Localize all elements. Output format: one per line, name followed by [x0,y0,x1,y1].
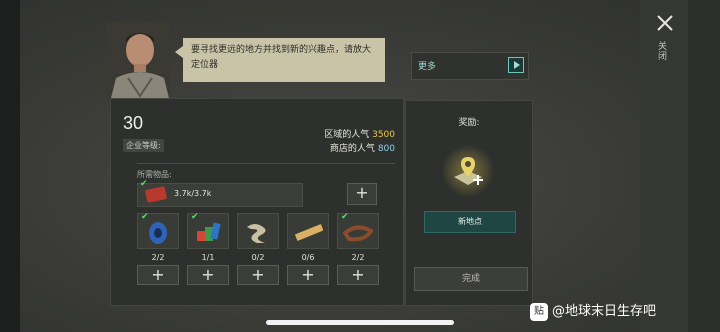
reward-label: 奖励: [458,118,480,128]
resource-row: ✔ 3.7k/3.7k [137,179,303,207]
check-icon: ✔ [140,179,148,189]
close-label: 关闭 [658,42,668,62]
item-count: 1/1 [201,253,215,262]
shop-popularity: 商店的人气 800 [330,141,395,154]
shop-popularity-label: 商店的人气 [329,144,375,154]
region-popularity-value: 3500 [372,130,395,140]
close-icon[interactable] [656,14,674,32]
item-count: 0/2 [251,253,265,262]
add-item-button-5[interactable]: + [337,265,379,285]
character-avatar [106,22,170,102]
more-label: 更多 [418,62,437,72]
speech-bubble: 要寻找更远的地方并找到新的兴趣点，请放大定位器 [175,38,385,82]
add-item-button-1[interactable]: + [137,265,179,285]
watermark-text: @地球末日生存吧 [552,304,657,319]
belt-icon [343,225,373,242]
new-point-badge: 新地点 [424,211,516,233]
wire-spool-icon [149,222,167,244]
map-pin-plus-icon [442,145,494,197]
requirements-panel: 30 企业等级: 区域的人气 3500 商店的人气 800 所需物品: ✔ 3.… [110,98,404,306]
speech-text: 要寻找更远的地方并找到新的兴趣点，请放大定位器 [191,45,372,70]
company-level-label: 企业等级: [123,139,164,152]
right-edge-bar [688,0,720,332]
add-item-button-3[interactable]: + [237,265,279,285]
play-icon[interactable] [508,57,524,73]
complete-button[interactable]: 完成 [414,267,528,291]
reward-panel: 奖励: 新地点 完成 [405,100,533,306]
item-count: 2/2 [351,253,365,262]
watermark: 贴 @地球末日生存吧 [530,300,656,321]
region-popularity: 区域的人气 3500 [324,127,395,140]
add-resource-button[interactable]: + [347,183,377,205]
item-count: 0/6 [301,253,315,262]
resource-amount: 3.7k/3.7k [174,189,212,198]
add-item-button-4[interactable]: + [287,265,329,285]
divider [137,163,395,164]
books-icon [197,222,221,241]
region-popularity-label: 区域的人气 [324,130,370,140]
left-edge-bar [0,0,20,332]
watermark-logo: 贴 [530,302,548,321]
add-item-button-2[interactable]: + [187,265,229,285]
home-indicator [266,320,454,325]
company-level-value: 30 [123,113,144,133]
item-count: 2/2 [151,253,165,262]
shop-popularity-value: 800 [377,144,395,154]
more-bar[interactable]: 更多 [411,52,529,80]
wood-plank-icon [294,223,323,241]
fabric-icon [247,224,266,243]
card-icon [144,186,168,203]
